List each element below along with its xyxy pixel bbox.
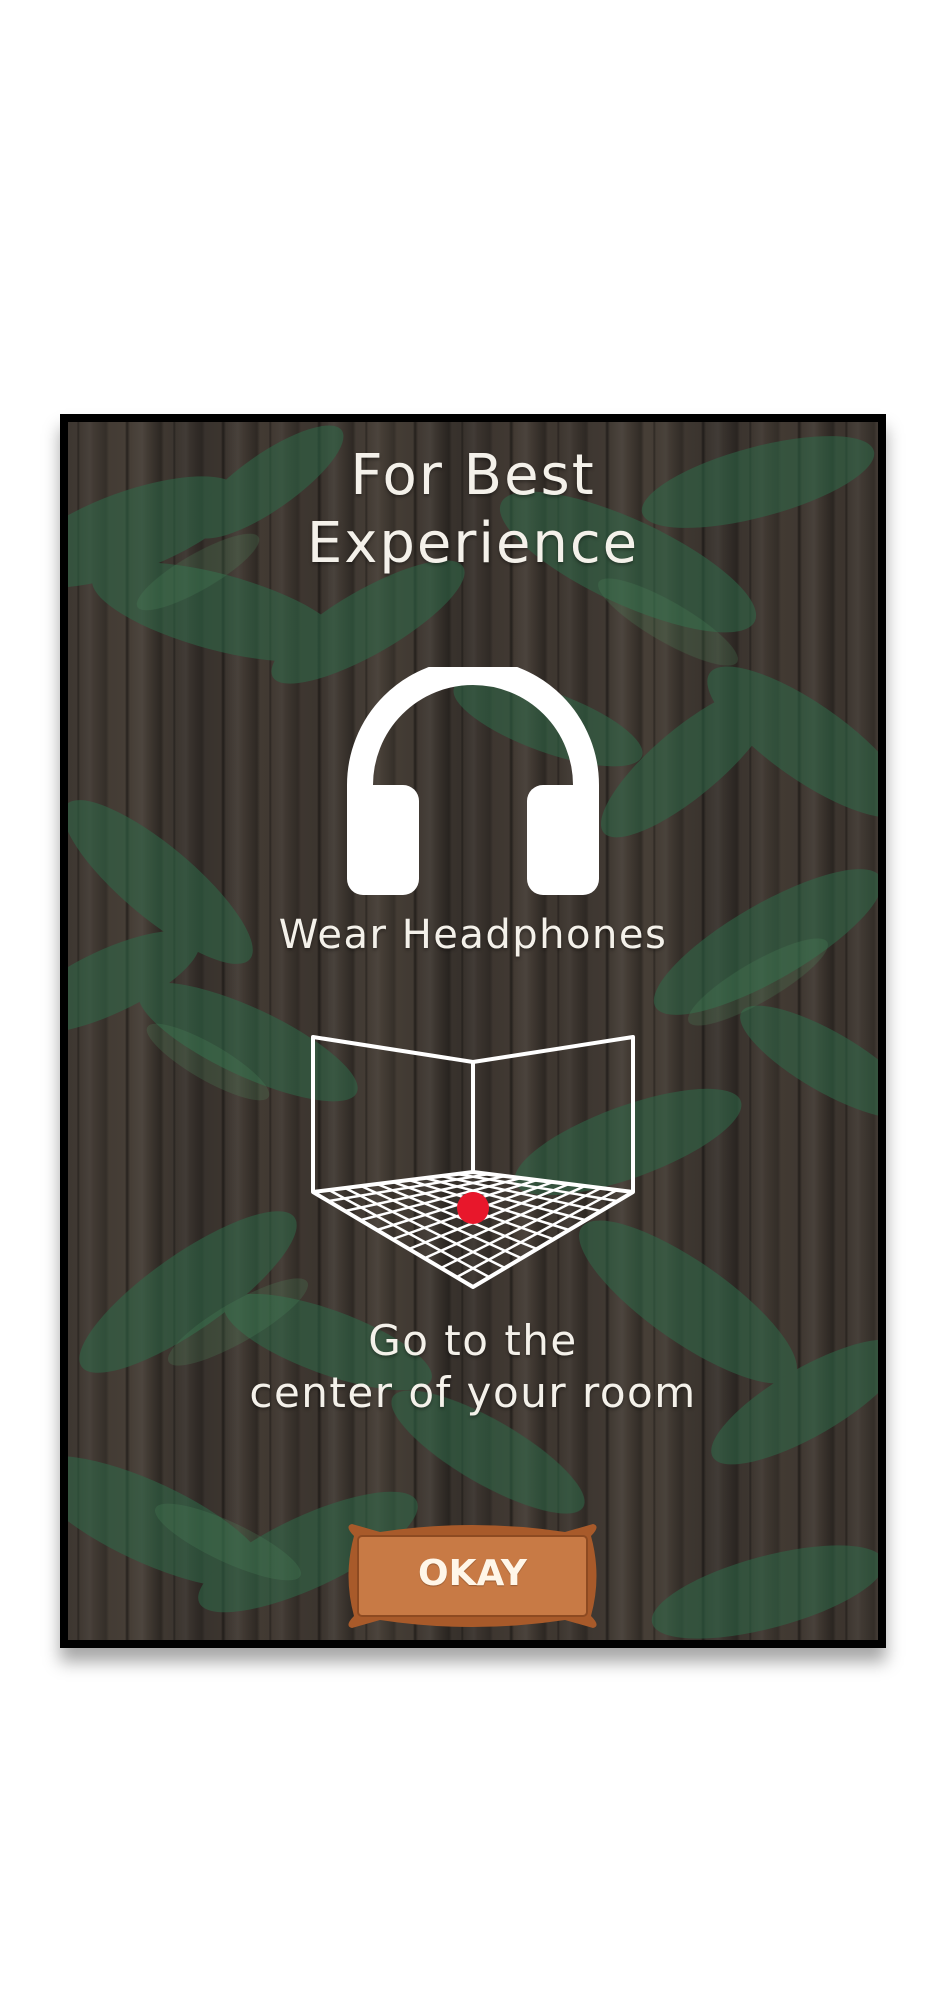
room-caption: Go to the center of your room [249, 1316, 697, 1417]
okay-button-label: OKAY [418, 1553, 527, 1594]
dialog-title: For Best Experience [306, 443, 640, 576]
instruction-dialog: For Best Experience Wear Headphones Go t… [60, 414, 886, 1648]
center-position-dot [457, 1192, 489, 1224]
dialog-content: For Best Experience Wear Headphones Go t… [68, 422, 878, 1640]
room-grid-icon [311, 1035, 635, 1289]
headphones-icon [347, 667, 599, 895]
screen: For Best Experience Wear Headphones Go t… [0, 0, 945, 2008]
headphones-caption: Wear Headphones [278, 912, 668, 958]
okay-button[interactable]: OKAY [340, 1522, 605, 1630]
wood-panel-background: For Best Experience Wear Headphones Go t… [68, 422, 878, 1640]
